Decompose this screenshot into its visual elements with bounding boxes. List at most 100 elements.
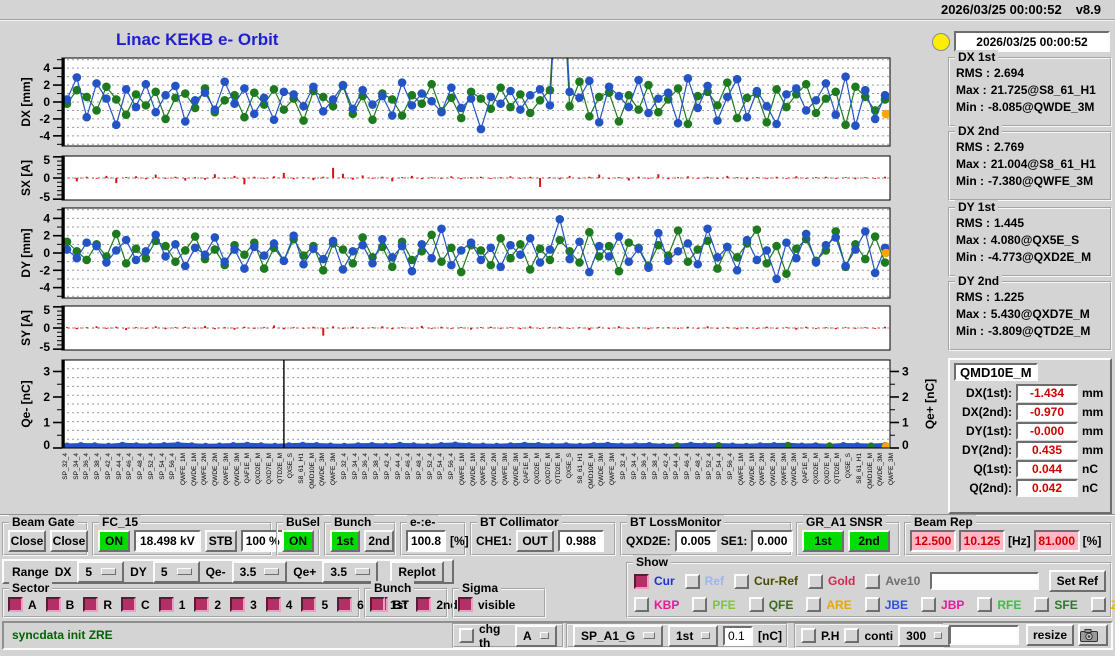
checkbox[interactable] [1034,597,1050,612]
sector-toggle-2[interactable]: 2 [194,597,221,612]
che1-out-button[interactable]: OUT [516,529,555,552]
range-dx-select[interactable]: 5 [77,560,125,583]
checkbox[interactable] [921,597,937,612]
checkbox[interactable] [864,597,880,612]
sigma-toggle-visible[interactable]: visible [458,597,515,612]
busel-on-button[interactable]: ON [282,529,314,552]
checkbox[interactable] [808,573,824,589]
checkbox[interactable] [301,597,317,612]
gr-a1-1st-button[interactable]: 1st [802,529,844,552]
checkbox[interactable] [865,573,881,589]
sector-toggle-c[interactable]: C [121,597,150,612]
stat-label: RMS : [956,290,990,304]
gr-a1-2nd-button[interactable]: 2nd [848,529,890,552]
status-bunch-select[interactable]: 1st [668,624,718,647]
checkbox[interactable] [121,597,137,612]
checkbox[interactable] [734,573,750,589]
che1-value-readout: 0.988 [558,529,605,552]
sector-toggle-1[interactable]: 1 [158,597,185,612]
checkbox[interactable] [194,597,210,612]
checkbox[interactable] [83,597,99,612]
show-toggle-rfe[interactable]: RFE [977,597,1021,612]
option-menu-glyph [101,568,117,575]
status-message: syncdata init ZRE [12,628,113,642]
ph-checkbox[interactable] [801,628,816,643]
checkbox[interactable] [634,597,649,612]
checkbox[interactable] [748,597,764,612]
camera-button[interactable] [1078,624,1108,646]
threshold-input[interactable] [723,625,753,646]
checkbox[interactable] [45,597,61,612]
checkbox[interactable] [416,597,432,612]
checkbox[interactable] [1090,597,1106,612]
show-toggle-jbe[interactable]: JBE [864,597,908,612]
chg-th-checkbox[interactable] [459,628,474,643]
fc15-on-button[interactable]: ON [98,529,130,552]
toggle-label: B [65,597,75,612]
sector-toggle-6[interactable]: 6 [337,597,364,612]
qmd-unit: nC [1082,462,1098,476]
beam-gate-close2-button[interactable]: Close [50,529,88,552]
bunch-toggle-1st[interactable]: 1st [370,597,407,612]
sigma-title: Sigma [459,581,502,595]
fc15-kv-readout: 18.498 kV [134,529,201,552]
sector-toggle-a[interactable]: A [8,597,37,612]
show-toggle-pfe[interactable]: PFE [692,597,736,612]
sector-toggle-b[interactable]: B [45,597,75,612]
x-axis-label: QWFE_3M [222,453,230,486]
show-toggle-ref[interactable]: Ref [684,573,724,589]
beam-rep-pct-label: [%] [1082,533,1102,548]
chg-th-select[interactable]: A [515,624,557,647]
checkbox[interactable] [806,597,822,612]
show-toggle-zre[interactable]: ZRE [1090,597,1115,612]
checkbox[interactable] [692,597,708,612]
set-ref-button[interactable]: Set Ref [1048,570,1106,592]
svg-text:DX [mm]: DX [mm] [19,77,33,126]
ref-name-input[interactable] [930,572,1039,590]
conti-checkbox[interactable] [844,628,860,643]
se1-label: SE1: [720,533,748,548]
bunch-2nd-button[interactable]: 2nd [364,529,394,552]
show-toggle-ave10[interactable]: Ave10 [865,573,921,589]
count-select[interactable]: 300 [898,624,951,647]
bunch-1st-button[interactable]: 1st [330,529,360,552]
fc15-stb-button[interactable]: STB [204,529,237,552]
toggle-label: 4 [285,597,293,612]
checkbox[interactable] [370,597,385,612]
show-toggle-qfe[interactable]: QFE [748,597,793,612]
checkbox[interactable] [684,573,700,589]
checkbox[interactable] [8,597,23,612]
show-toggle-cur[interactable]: Cur [634,573,675,589]
show-toggle-kbp[interactable]: KBP [634,597,679,612]
show-toggle-jbp[interactable]: JBP [921,597,964,612]
replot-button[interactable]: Replot [390,560,445,583]
sector-toggle-r[interactable]: R [83,597,112,612]
range-qep-select[interactable]: 3.5 [322,560,378,583]
range-dy-select[interactable]: 5 [152,560,200,583]
checkbox[interactable] [458,597,473,612]
show-toggle-cur-ref[interactable]: Cur-Ref [734,573,798,589]
resize-button[interactable]: resize [1026,624,1074,646]
checkbox[interactable] [634,573,649,589]
checkbox[interactable] [337,597,353,612]
extra-input[interactable] [949,625,1019,645]
toggle-label: Ave10 [885,574,921,588]
qmd-row: DX(1st): -1.434 mm [950,384,1110,402]
sector-toggle-4[interactable]: 4 [265,597,293,612]
beam-gate-close1-button[interactable]: Close [8,529,46,552]
x-axis-label: SP_42_4 [662,453,670,480]
range-qem-select[interactable]: 3.5 [231,560,288,583]
show-toggle-are[interactable]: ARE [806,597,852,612]
toggle-label: ARE [826,597,852,612]
show-toggle-sfe[interactable]: SFE [1034,597,1078,612]
x-axis-label: SP_44_4 [673,453,681,480]
show-toggle-gold[interactable]: Gold [808,573,855,589]
sp-select[interactable]: SP_A1_G [573,624,663,647]
checkbox[interactable] [977,597,993,612]
checkbox[interactable] [158,597,174,612]
sector-toggle-3[interactable]: 3 [230,597,257,612]
checkbox[interactable] [230,597,246,612]
x-axis-label: SP_44_4 [394,453,402,480]
checkbox[interactable] [265,597,281,612]
sector-toggle-5[interactable]: 5 [301,597,328,612]
